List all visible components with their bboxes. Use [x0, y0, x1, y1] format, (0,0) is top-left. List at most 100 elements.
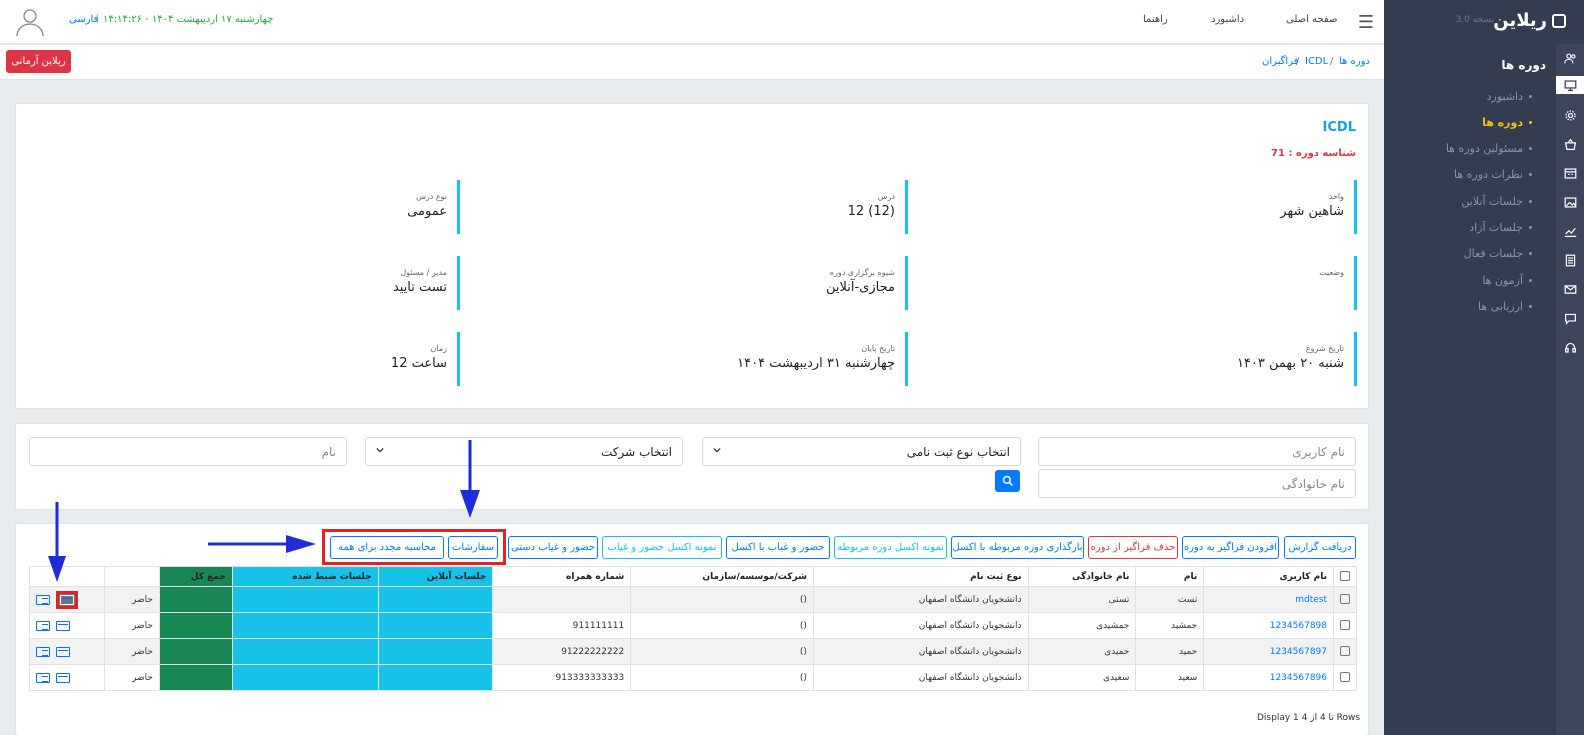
orders-button[interactable]: سفارشات	[448, 536, 498, 559]
info-lesson-type: نوع درس عمومی	[16, 180, 460, 234]
select-all-checkbox[interactable]	[1333, 566, 1357, 587]
tenant-button[interactable]: ریلاین آرمانی	[6, 50, 71, 73]
name-input[interactable]: نام	[29, 437, 347, 466]
nav-help-link[interactable]: راهنما	[1143, 14, 1168, 25]
username-input[interactable]: نام کاربری	[1038, 437, 1356, 466]
info-unit: واحد شاهین شهر	[913, 180, 1357, 234]
course-title: ICDL	[1322, 120, 1356, 135]
sample-attendance-button[interactable]: نمونه اکسل حضور و غیاب	[602, 536, 722, 559]
username-link[interactable]: mdtest	[1203, 586, 1334, 613]
card-icon[interactable]	[56, 646, 70, 657]
info-delivery-method: شیوه برگزاری دوره مجازی-آنلاین	[464, 256, 908, 310]
sidebar-item-free-sessions[interactable]: جلسات آزاد	[1469, 221, 1532, 234]
info-status: وضعیت	[913, 256, 1357, 310]
breadcrumb-bar: دوره ها / ICDL / فراگیران ریلاین آرمانی	[0, 45, 1384, 80]
calendar-icon[interactable]	[1561, 164, 1579, 182]
arrow-right-icon	[208, 535, 316, 553]
chevron-down-icon	[376, 447, 384, 453]
image-icon[interactable]	[1561, 193, 1579, 211]
col-mobile[interactable]: شماره همراه	[492, 566, 632, 587]
chevron-down-icon	[713, 447, 721, 453]
headset-icon[interactable]	[1561, 338, 1579, 356]
sample-excel-button[interactable]: نمونه اکسل دوره مربوطه	[834, 536, 947, 559]
col-recorded-sessions[interactable]: جلسات ضبط شده	[231, 566, 379, 587]
details-icon[interactable]	[36, 594, 50, 605]
sidebar-item-online-sessions[interactable]: جلسات آنلاین	[1461, 195, 1532, 208]
col-username[interactable]: نام کاربری	[1203, 566, 1334, 587]
info-duration: زمان 12 ساعت	[16, 332, 460, 386]
col-company[interactable]: شرکت/موسسه/سازمان	[630, 566, 814, 587]
table-row: 1234567897 حمید حمیدی دانشجویان دانشگاه …	[28, 638, 1357, 665]
add-learner-button[interactable]: افزودن فراگیر به دوره	[1182, 536, 1279, 559]
recalculate-all-button[interactable]: محاسبه مجدد برای همه	[330, 536, 444, 559]
info-manager: مدیر / مسئول تست تایید	[16, 256, 460, 310]
col-first-name[interactable]: نام	[1135, 566, 1205, 587]
registration-type-select[interactable]: انتخاب نوع ثبت نامی	[702, 437, 1021, 466]
row-checkbox	[1340, 620, 1350, 631]
chat-icon[interactable]	[1561, 309, 1579, 327]
sidebar-section-title: دوره ها	[1501, 58, 1546, 72]
monitor-icon[interactable]	[1556, 76, 1584, 94]
details-icon[interactable]	[36, 646, 50, 657]
sidebar-item-course-managers[interactable]: مسئولین دوره ها	[1446, 142, 1532, 155]
breadcrumb-icdl[interactable]: ICDL	[1305, 56, 1328, 67]
hamburger-menu-icon[interactable]: ☰	[1358, 12, 1374, 33]
col-last-name[interactable]: نام خانوادگی	[1027, 566, 1137, 587]
gear-icon[interactable]	[1561, 106, 1579, 124]
remove-learner-button[interactable]: حذف فراگیر از دوره	[1088, 536, 1178, 559]
sidebar-item-exams[interactable]: آزمون ها	[1482, 274, 1532, 287]
mail-icon[interactable]	[1561, 280, 1579, 298]
sidebar-icon-rail	[1556, 44, 1584, 735]
sidebar-item-courses[interactable]: دوره ها	[1482, 116, 1532, 129]
company-select[interactable]: انتخاب شرکت	[365, 437, 683, 466]
manual-attendance-button[interactable]: حضور و غیاب دستی	[508, 536, 598, 559]
table-footer-info: Display 1 تا 4 از 4 Rows	[1257, 713, 1361, 723]
username-link[interactable]: 1234567896	[1203, 664, 1334, 691]
document-icon[interactable]	[1561, 251, 1579, 269]
info-end-date: تاریخ پایان چهارشنبه ۳۱ اردیبهشت ۱۴۰۴	[464, 332, 908, 386]
col-online-sessions[interactable]: جلسات آنلاین	[377, 566, 494, 587]
info-start-date: تاریخ شروع شنبه ۲۰ بهمن ۱۴۰۳	[913, 332, 1357, 386]
card-icon[interactable]	[56, 620, 70, 631]
table-row: 1234567896 سعید سعیدی دانشجویان دانشگاه …	[28, 664, 1357, 691]
nav-home-link[interactable]: صفحه اصلی	[1286, 14, 1337, 25]
filter-card: نام کاربری انتخاب نوع ثبت نامی انتخاب شر…	[15, 423, 1369, 510]
username-link[interactable]: 1234567897	[1203, 638, 1334, 665]
table-row: mdtest تست تستی دانشجویان دانشگاه اصفهان…	[28, 586, 1357, 613]
language-switch[interactable]: فارسی	[69, 14, 98, 25]
users-icon[interactable]	[1561, 49, 1579, 67]
card-icon[interactable]	[56, 672, 70, 683]
current-datetime: چهارشنبه ۱۷ اردیبهشت ۱۴۰۴ - ۱۴:۱۴:۲۶	[103, 14, 274, 25]
card-icon-highlighted[interactable]	[56, 590, 78, 609]
user-avatar-icon[interactable]	[14, 5, 46, 37]
breadcrumb-courses[interactable]: دوره ها	[1339, 56, 1370, 67]
breadcrumb-learners: فراگیران	[1262, 56, 1299, 67]
brand-logo[interactable]: ریلاین	[1493, 10, 1566, 31]
row-checkbox	[1340, 646, 1350, 657]
username-link[interactable]: 1234567898	[1203, 612, 1334, 639]
details-icon[interactable]	[36, 672, 50, 683]
sidebar-item-course-reviews[interactable]: نظرات دوره ها	[1454, 168, 1532, 181]
row-checkbox	[1340, 672, 1350, 683]
row-checkbox	[1340, 594, 1350, 605]
arrow-down-icon	[460, 440, 480, 518]
nav-dashboard-link[interactable]: داشبورد	[1211, 14, 1244, 25]
attendance-excel-button[interactable]: حضور و غیاب با اکسل	[726, 536, 830, 559]
get-report-button[interactable]: دریافت گزارش	[1284, 536, 1356, 559]
details-icon[interactable]	[36, 620, 50, 631]
col-status	[104, 566, 160, 587]
search-button[interactable]	[995, 470, 1020, 492]
sidebar-item-active-sessions[interactable]: جلسات فعال	[1464, 247, 1532, 260]
chart-icon[interactable]	[1561, 222, 1579, 240]
upload-excel-button[interactable]: بارگذاری دوره مربوطه با اکسل	[951, 536, 1084, 559]
course-info-card: ICDL شناسه دوره : 71 واحد شاهین شهر درس 12…	[15, 103, 1369, 409]
search-icon	[1002, 475, 1013, 487]
sidebar-item-dashboard[interactable]: داشبورد	[1487, 90, 1532, 103]
course-id: شناسه دوره : 71	[1271, 148, 1356, 159]
lastname-input[interactable]: نام خانوادگی	[1038, 469, 1356, 498]
col-registration-type[interactable]: نوع ثبت نام	[812, 566, 1029, 587]
table-row: 1234567898 جمشید جمشیدی دانشجویان دانشگا…	[28, 612, 1357, 639]
sidebar-item-evaluations[interactable]: ارزیابی ها	[1478, 300, 1532, 313]
basket-icon[interactable]	[1561, 135, 1579, 153]
col-total[interactable]: جمع کل	[158, 566, 233, 587]
